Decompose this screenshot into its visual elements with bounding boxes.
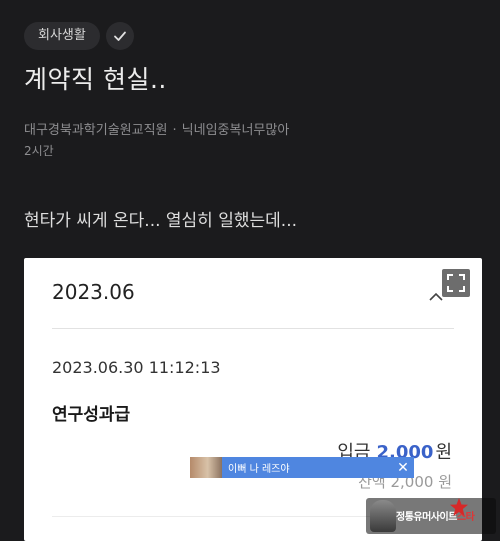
author-company[interactable]: 대구경북과학기술원교직원 [24, 123, 168, 138]
star-icon [450, 498, 468, 516]
post-author: 대구경북과학기술원교직원 · 닉네임중복너무많아 [24, 119, 289, 138]
post-time: 2시간 [24, 144, 54, 158]
post-body: 현타가 씨게 온다... 열심히 일했는데... [24, 211, 297, 231]
ad-banner[interactable]: 이뻐 나 레즈야 ✕ [190, 457, 414, 478]
transaction-name: 연구성과급 [52, 405, 131, 425]
author-separator: · [172, 123, 177, 138]
card-divider [52, 328, 454, 329]
post-title: 계약직 현실.. [24, 65, 167, 94]
check-icon[interactable] [105, 22, 134, 50]
transaction-datetime: 2023.06.30 11:12:13 [52, 358, 221, 377]
category-tag[interactable]: 회사생활 [24, 22, 100, 50]
watermark-logo: 정통유머사이트스타 [366, 498, 496, 534]
chevron-up-icon [429, 286, 443, 305]
ad-thumbnail[interactable] [190, 457, 222, 478]
watermark-text-white: 정통유머사이트 [396, 512, 457, 523]
author-nickname[interactable]: 닉네임중복너무많아 [182, 123, 290, 138]
amount-currency: 원 [435, 442, 452, 463]
close-icon[interactable]: ✕ [394, 460, 412, 476]
tag-row: 회사생활 [24, 22, 134, 50]
soldier-icon [370, 500, 396, 532]
ad-text[interactable]: 이뻐 나 레즈야 [228, 460, 394, 475]
site-watermark: 정통유머사이트스타 [362, 496, 496, 536]
expand-icon[interactable] [442, 269, 470, 297]
card-month: 2023.06 [52, 280, 135, 304]
post-page: 회사생활 계약직 현실.. 대구경북과학기술원교직원 · 닉네임중복너무많아 2시간… [0, 0, 500, 541]
